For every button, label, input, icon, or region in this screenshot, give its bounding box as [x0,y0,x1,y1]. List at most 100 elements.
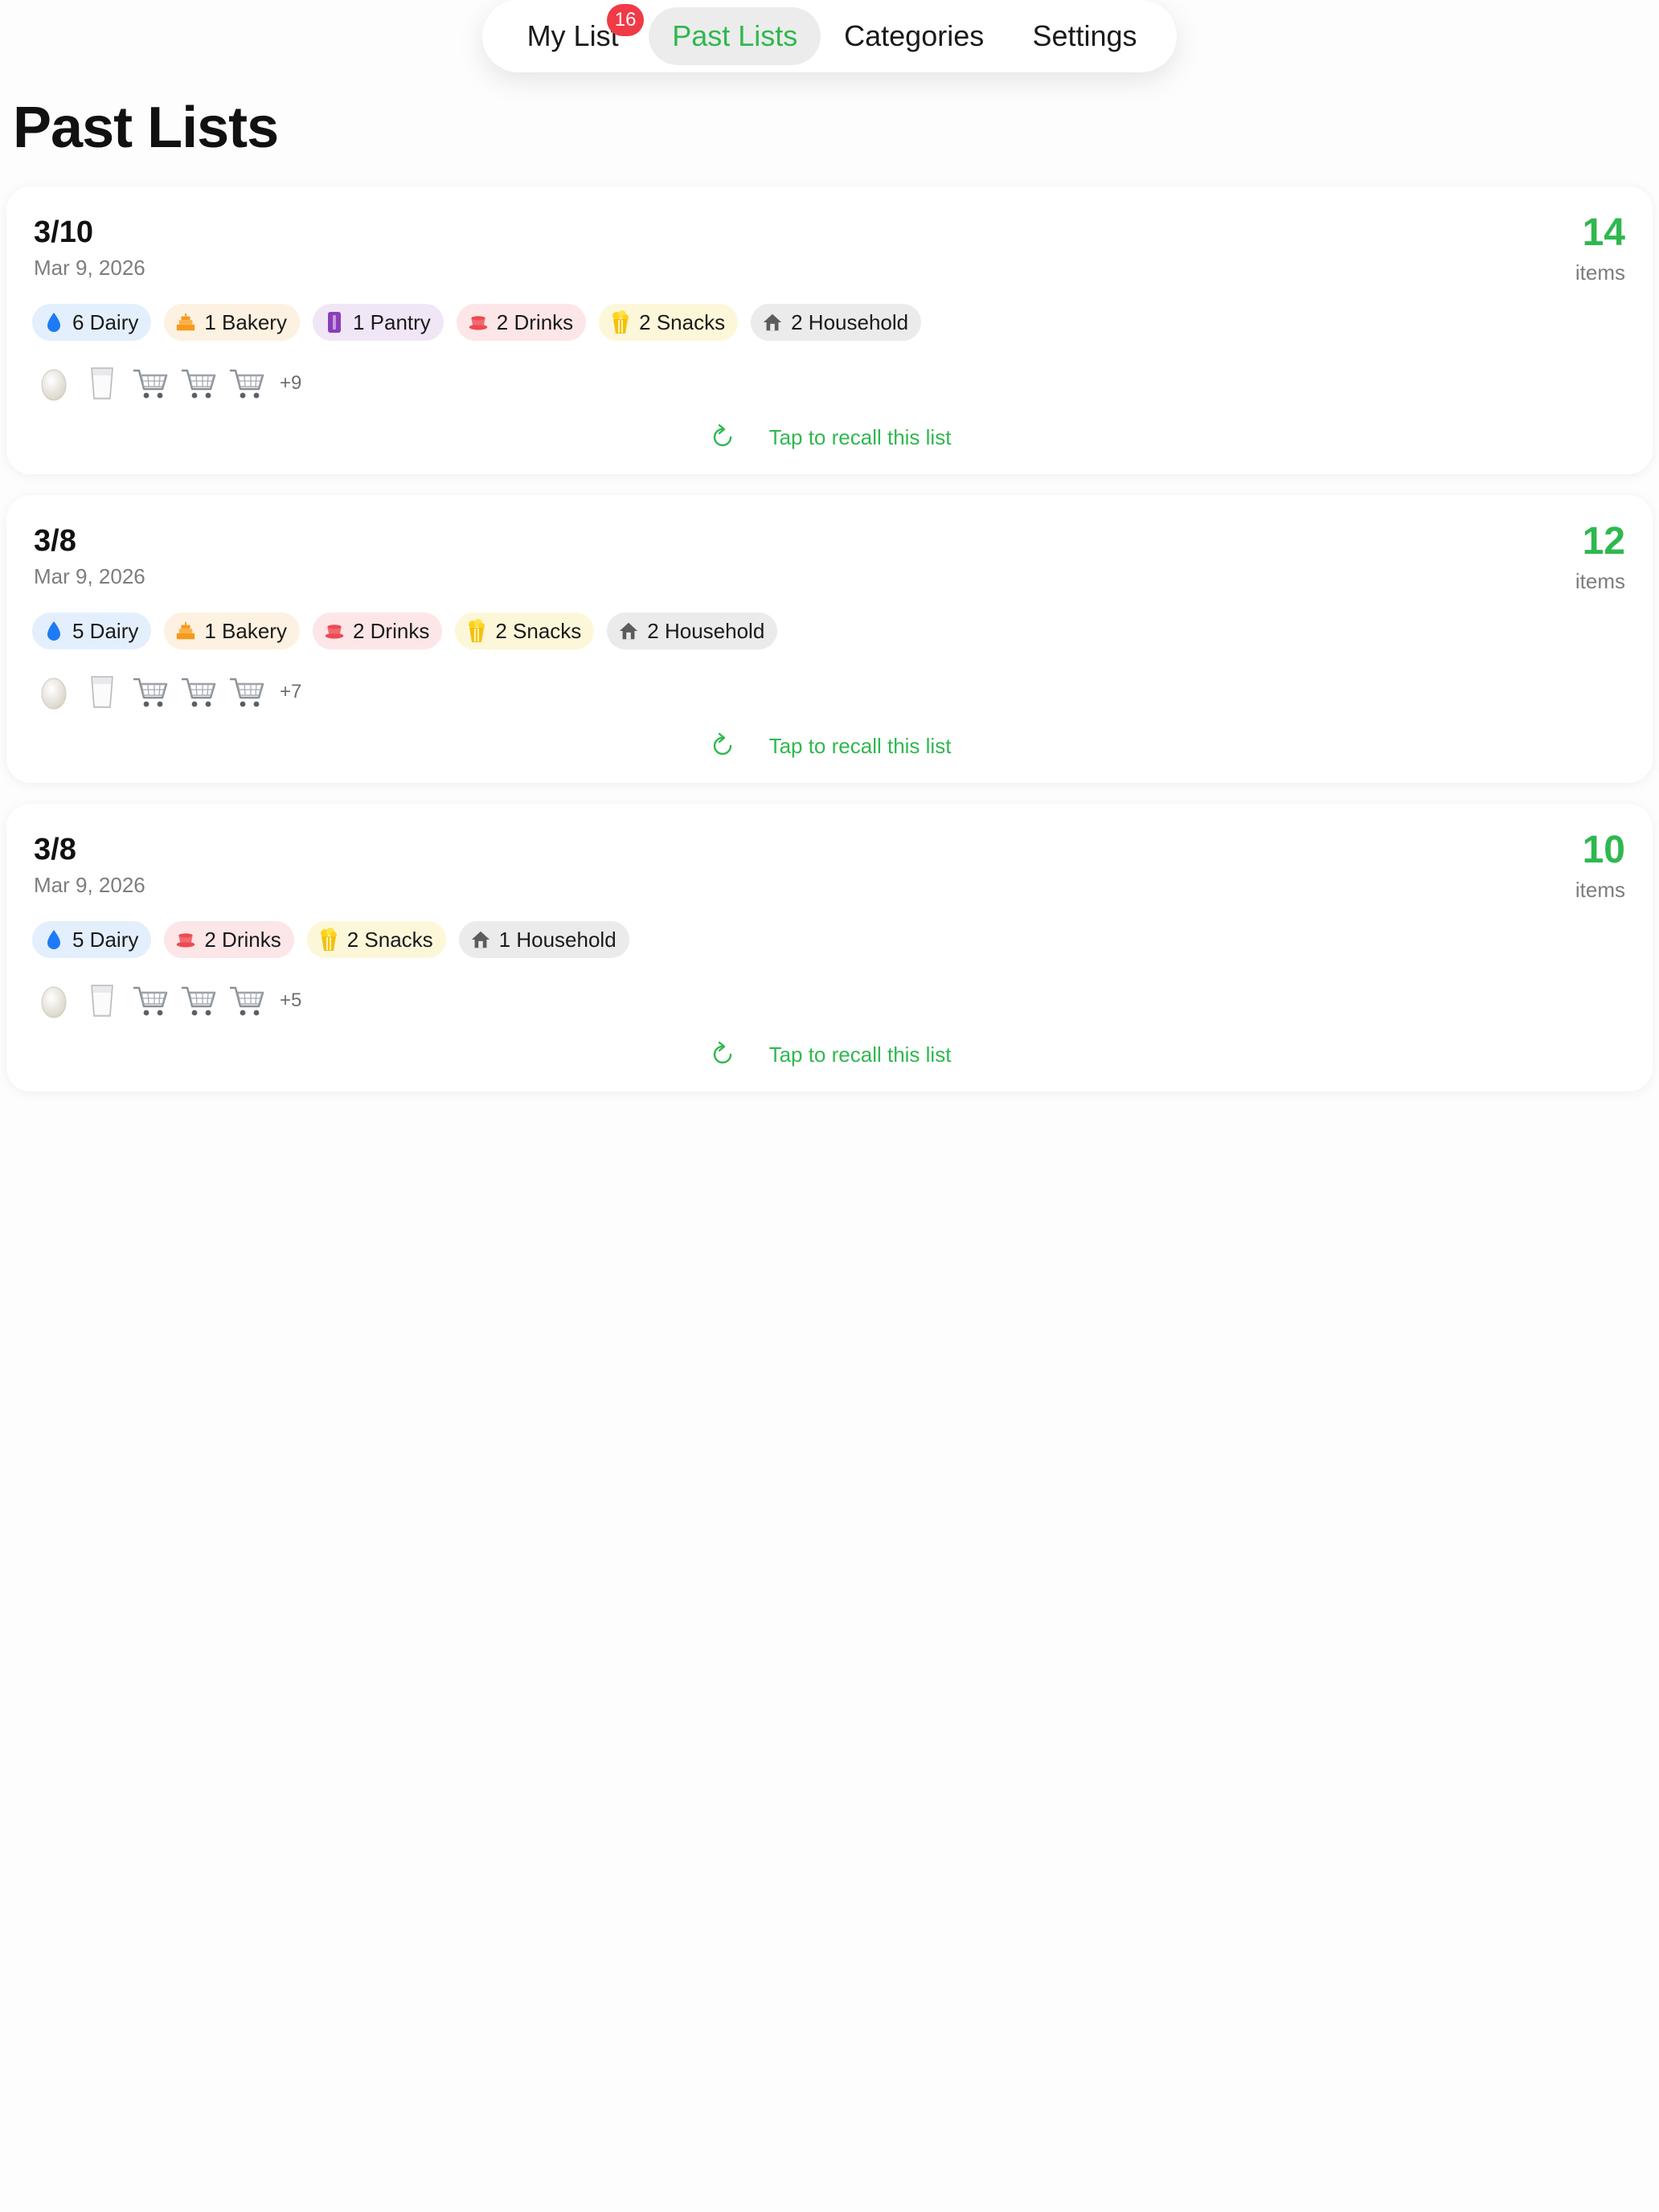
category-chip-label: 2 Snacks [495,618,582,643]
milk-glass-icon [84,365,121,402]
item-thumbnails: +9 [35,365,301,402]
list-title: 3/10 [34,215,93,249]
egg-icon [35,365,72,402]
category-chip: 6 Dairy [32,304,152,341]
house-icon [762,312,783,333]
category-chip-label: 2 Household [791,309,909,334]
jar-icon [324,312,345,333]
category-chips: 5 Dairy 2 Drinks 2 Snacks 1 Household [32,921,629,958]
category-chip-label: 5 Dairy [72,927,139,952]
page-title: Past Lists [13,96,279,160]
cup-icon [175,929,196,950]
category-chip-label: 2 Drinks [496,309,574,334]
shopping-cart-icon [228,365,265,402]
refresh-icon [708,423,737,452]
droplet-icon [43,621,64,641]
recall-list-button[interactable]: Tap to recall this list [6,423,1653,452]
milk-glass-icon [84,674,121,711]
more-items-count: +9 [280,372,302,394]
list-title: 3/8 [34,833,76,866]
shopping-cart-icon [228,982,265,1019]
shopping-cart-icon [132,365,169,402]
refresh-icon [708,731,737,760]
cake-icon [175,312,196,333]
droplet-icon [43,312,64,333]
past-list-card[interactable]: 3/8 Mar 9, 2026 12 items 5 Dairy 1 Bakery… [6,495,1653,783]
category-chip-label: 1 Household [498,927,616,952]
refresh-icon [708,1040,737,1069]
tab-past-lists[interactable]: Past Lists [649,7,821,65]
item-count: 14 [1582,211,1625,254]
tab-categories[interactable]: Categories [821,7,1007,65]
category-chips: 6 Dairy 1 Bakery 1 Pantry 2 Drinks 2 Snacks 2… [32,304,922,341]
item-count-label: items [1575,569,1625,593]
category-chip-label: 1 Bakery [204,309,287,334]
category-chip-label: 5 Dairy [72,618,139,643]
item-count: 10 [1582,829,1625,871]
tab-settings[interactable]: Settings [1007,7,1162,65]
category-chip-label: 2 Drinks [204,927,281,952]
recall-label: Tap to recall this list [768,424,952,449]
more-items-count: +5 [280,989,302,1011]
cup-icon [468,312,489,333]
droplet-icon [43,929,64,950]
recall-list-button[interactable]: Tap to recall this list [6,1040,1653,1069]
category-chip: 2 Snacks [306,921,446,958]
cup-icon [324,621,345,641]
category-chip-label: 2 Drinks [352,618,430,643]
category-chip: 2 Household [607,612,778,649]
recall-list-button[interactable]: Tap to recall this list [6,731,1653,760]
tab-my-list-label: My List [526,19,619,52]
category-chip-label: 1 Pantry [352,309,431,334]
past-list-card[interactable]: 3/10 Mar 9, 2026 14 items 6 Dairy 1 Baker… [6,186,1653,474]
item-count-label: items [1575,878,1625,902]
list-date: Mar 9, 2026 [34,256,145,280]
category-chip-label: 2 Snacks [346,927,433,952]
category-chip: 1 Bakery [164,612,300,649]
list-title: 3/8 [34,524,76,558]
category-chip: 2 Snacks [599,304,739,341]
shopping-cart-icon [132,982,169,1019]
category-chip: 2 Drinks [164,921,294,958]
house-icon [470,929,491,950]
tab-bar: My List 16 Past Lists Categories Setting… [482,0,1177,72]
category-chip: 1 Bakery [164,304,300,341]
list-date: Mar 9, 2026 [34,873,145,897]
item-thumbnails: +7 [35,674,301,711]
tab-my-list[interactable]: My List 16 [497,4,649,65]
category-chip-label: 2 Snacks [639,309,726,334]
category-chip: 2 Household [751,304,922,341]
item-count-label: items [1575,260,1625,285]
category-chip: 2 Snacks [455,612,595,649]
item-thumbnails: +5 [35,982,301,1019]
category-chip: 5 Dairy [32,921,152,958]
category-chip: 2 Drinks [456,304,587,341]
item-count: 12 [1582,520,1625,563]
shopping-cart-icon [132,674,169,711]
category-chip-label: 2 Household [647,618,765,643]
shopping-cart-icon [180,982,217,1019]
my-list-count-badge: 16 [607,4,645,36]
egg-icon [35,982,72,1019]
popcorn-icon [610,310,631,334]
list-date: Mar 9, 2026 [34,564,145,588]
category-chips: 5 Dairy 1 Bakery 2 Drinks 2 Snacks 2 Househo… [32,612,778,649]
popcorn-icon [466,619,487,642]
egg-icon [35,674,72,711]
category-chip-label: 6 Dairy [72,309,139,334]
tab-past-lists-label: Past Lists [672,19,798,52]
tab-categories-label: Categories [844,19,985,52]
category-chip: 5 Dairy [32,612,152,649]
category-chip: 1 Pantry [312,304,444,341]
shopping-cart-icon [180,674,217,711]
past-lists-container: 3/10 Mar 9, 2026 14 items 6 Dairy 1 Baker… [6,186,1653,1112]
past-list-card[interactable]: 3/8 Mar 9, 2026 10 items 5 Dairy 2 Drinks… [6,804,1653,1092]
category-chip: 1 Household [458,921,629,958]
category-chip-label: 1 Bakery [204,618,287,643]
milk-glass-icon [84,982,121,1019]
cake-icon [175,621,196,641]
house-icon [618,621,639,641]
more-items-count: +7 [280,681,302,703]
recall-label: Tap to recall this list [768,733,952,758]
shopping-cart-icon [180,365,217,402]
